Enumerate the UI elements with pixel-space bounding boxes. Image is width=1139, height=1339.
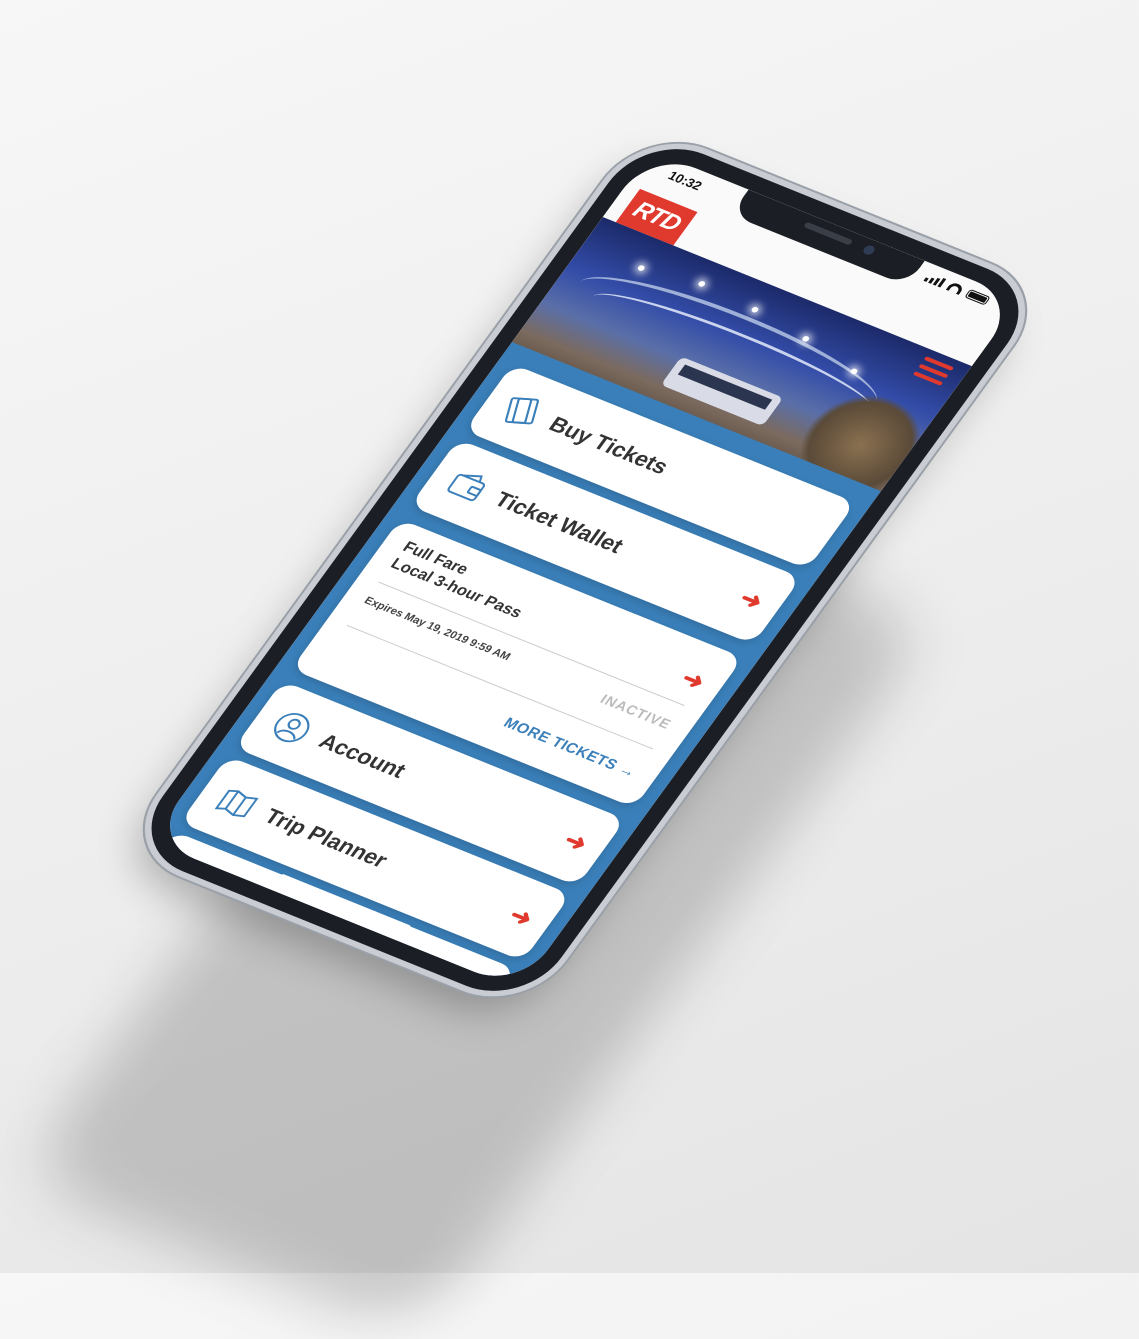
hero-light: [750, 306, 760, 314]
arrow-right-icon: ➜: [675, 665, 711, 696]
front-camera: [861, 244, 877, 257]
phone-device: 10:32 RTD Buy Tickets Ticket Wallet ➜ Fu…: [125, 130, 1045, 1010]
divider: [378, 581, 685, 707]
map-icon: [214, 789, 259, 818]
account-label: Account: [314, 728, 411, 783]
battery-icon: [964, 288, 991, 306]
phone-frame: 10:32 RTD Buy Tickets Ticket Wallet ➜ Fu…: [125, 130, 1045, 1010]
phone-screen: 10:32 RTD Buy Tickets Ticket Wallet ➜ Fu…: [149, 150, 1021, 990]
ticket-wallet-label: Ticket Wallet: [489, 486, 629, 558]
cursor-icon: [164, 860, 194, 893]
signal-icon: [923, 272, 947, 288]
hamburger-menu-icon[interactable]: [912, 356, 955, 387]
hero-light: [697, 280, 707, 288]
wallet-icon: [447, 473, 486, 502]
speaker: [803, 221, 854, 246]
arrow-right-icon: ➜: [733, 585, 769, 616]
ticket-icon: [504, 397, 539, 425]
arrow-right-icon: ➜: [557, 827, 593, 858]
hero-light: [636, 264, 646, 272]
arrow-right-icon: ➜: [503, 902, 539, 933]
status-time: 10:32: [665, 168, 706, 194]
wifi-icon: [945, 281, 965, 295]
account-icon: [274, 713, 310, 743]
more-tickets-link[interactable]: MORE TICKETS →: [500, 715, 640, 781]
trip-planner-label: Trip Planner: [259, 803, 393, 873]
buy-tickets-label: Buy Tickets: [544, 411, 674, 479]
